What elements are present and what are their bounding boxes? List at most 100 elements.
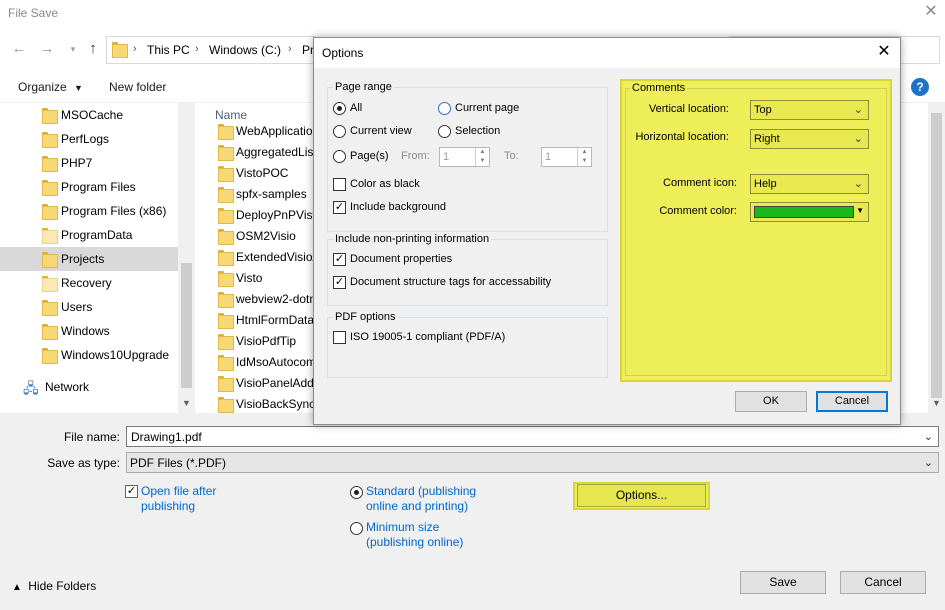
open-after-publishing-label[interactable]: Open file after xyxy=(141,484,216,498)
options-button[interactable]: Options... xyxy=(577,484,706,507)
structure-tags-checkbox[interactable]: ✓ xyxy=(333,276,346,289)
page-range-all-radio[interactable] xyxy=(333,102,346,115)
forward-button[interactable]: → xyxy=(38,40,56,58)
recent-locations-button[interactable]: ▾ xyxy=(64,40,82,58)
pages-label[interactable]: Page(s) xyxy=(350,150,389,162)
list-item[interactable]: DeployPnPVisto xyxy=(216,205,316,226)
from-spinner[interactable]: 1 ▲ ▼ xyxy=(439,147,490,167)
organize-button[interactable]: Organize ▼ xyxy=(18,80,83,94)
comment-icon-select[interactable]: Help ⌄ xyxy=(750,174,869,194)
sidebar-item-network[interactable]: 🖧 Network xyxy=(0,375,178,399)
standard-label-2[interactable]: online and printing) xyxy=(366,499,468,513)
color-as-black-checkbox[interactable] xyxy=(333,178,346,191)
iso-compliant-checkbox[interactable] xyxy=(333,331,346,344)
comment-color-picker[interactable]: ▼ xyxy=(750,202,869,222)
chevron-down-icon: ⌄ xyxy=(853,133,863,145)
standard-label[interactable]: Standard (publishing xyxy=(366,484,476,498)
close-icon[interactable]: ✕ xyxy=(874,42,894,62)
horizontal-location-select[interactable]: Right ⌄ xyxy=(750,129,869,149)
folder-icon xyxy=(218,166,234,182)
sidebar-item[interactable]: Windows xyxy=(0,319,178,343)
sidebar-item-selected[interactable]: Projects xyxy=(0,247,178,271)
file-name-field[interactable]: Drawing1.pdf ⌄ xyxy=(126,426,939,447)
color-as-black-label[interactable]: Color as black xyxy=(350,178,420,190)
current-view-radio[interactable] xyxy=(333,125,346,138)
chevron-right-icon: › xyxy=(195,43,199,55)
list-item[interactable]: AggregatedList xyxy=(216,142,316,163)
folder-icon xyxy=(218,208,234,224)
minimum-size-label[interactable]: Minimum size xyxy=(366,520,439,534)
minimum-size-radio[interactable] xyxy=(350,522,363,535)
chevron-down-icon[interactable]: ▼ xyxy=(182,398,191,408)
list-item[interactable]: VistoPOC xyxy=(216,163,316,184)
chevron-down-icon[interactable]: ▼ xyxy=(932,398,941,408)
sidebar-item[interactable]: PHP7 xyxy=(0,151,178,175)
list-item[interactable]: spfx-samples xyxy=(216,184,316,205)
spinner-arrows-icon[interactable]: ▲ ▼ xyxy=(475,148,489,166)
breadcrumb-item[interactable]: This PC xyxy=(147,43,190,57)
cancel-button[interactable]: Cancel xyxy=(840,571,926,594)
current-view-label[interactable]: Current view xyxy=(350,125,412,137)
structure-tags-label[interactable]: Document structure tags for accessabilit… xyxy=(350,276,551,288)
list-item[interactable]: ExtendedVisioA xyxy=(216,247,316,268)
sidebar-item-label: Windows xyxy=(61,324,110,338)
window-close-button[interactable]: ✕ xyxy=(921,2,941,22)
new-folder-button[interactable]: New folder xyxy=(109,80,166,94)
list-item[interactable]: VisioPdfTip xyxy=(216,331,316,352)
up-button[interactable]: ↑ xyxy=(84,40,102,58)
list-item[interactable]: VisioBackSync xyxy=(216,394,316,415)
sidebar-item[interactable]: Program Files (x86) xyxy=(0,199,178,223)
sidebar-item[interactable]: Recovery xyxy=(0,271,178,295)
list-item[interactable]: WebApplication xyxy=(216,121,316,142)
list-item[interactable]: webview2-dotn xyxy=(216,289,316,310)
current-page-radio[interactable] xyxy=(438,102,451,115)
address-bar[interactable]: › This PC › Windows (C:) › Pr xyxy=(106,36,316,64)
scrollbar-thumb[interactable] xyxy=(931,113,942,398)
breadcrumb-item[interactable]: Windows (C:) xyxy=(209,43,281,57)
folder-icon xyxy=(42,252,58,268)
help-icon[interactable]: ? xyxy=(911,78,929,96)
list-item[interactable]: Visto xyxy=(216,268,316,289)
vertical-location-select[interactable]: Top ⌄ xyxy=(750,100,869,120)
selection-radio[interactable] xyxy=(438,125,451,138)
list-item[interactable]: OSM2Visio xyxy=(216,226,316,247)
ok-button[interactable]: OK xyxy=(735,391,807,412)
standard-radio[interactable] xyxy=(350,486,363,499)
list-scrollbar[interactable]: ▼ xyxy=(928,103,945,413)
column-header-name[interactable]: Name xyxy=(215,108,247,122)
list-item-label: Visto xyxy=(236,271,263,285)
include-background-label[interactable]: Include background xyxy=(350,201,446,213)
save-button[interactable]: Save xyxy=(740,571,826,594)
selection-label[interactable]: Selection xyxy=(455,125,500,137)
include-background-checkbox[interactable]: ✓ xyxy=(333,201,346,214)
current-page-label[interactable]: Current page xyxy=(455,102,519,114)
to-spinner[interactable]: 1 ▲ ▼ xyxy=(541,147,592,167)
open-after-publishing-checkbox[interactable]: ✓ xyxy=(125,485,138,498)
page-range-all-label[interactable]: All xyxy=(350,102,362,114)
list-item[interactable]: HtmlFormData xyxy=(216,310,316,331)
hide-folders-button[interactable]: ▲ Hide Folders xyxy=(12,579,96,593)
list-item[interactable]: IdMsoAutocom xyxy=(216,352,316,373)
chevron-down-icon[interactable]: ⌄ xyxy=(924,430,933,443)
sidebar-item[interactable]: ProgramData xyxy=(0,223,178,247)
options-cancel-button[interactable]: Cancel xyxy=(816,391,888,412)
iso-compliant-label[interactable]: ISO 19005-1 compliant (PDF/A) xyxy=(350,331,505,343)
document-properties-checkbox[interactable]: ✓ xyxy=(333,253,346,266)
list-item[interactable]: VisioPanelAddi xyxy=(216,373,316,394)
back-button[interactable]: ← xyxy=(10,40,28,58)
minimum-size-label-2[interactable]: (publishing online) xyxy=(366,535,463,549)
sidebar-item[interactable]: PerfLogs xyxy=(0,127,178,151)
sidebar-item[interactable]: Program Files xyxy=(0,175,178,199)
scrollbar-thumb[interactable] xyxy=(181,263,192,388)
list-item-label: VisioBackSync xyxy=(236,397,316,411)
pages-radio[interactable] xyxy=(333,150,346,163)
nav-scrollbar[interactable]: ▼ xyxy=(178,103,195,413)
folder-icon xyxy=(42,276,58,292)
sidebar-item[interactable]: MSOCache xyxy=(0,103,178,127)
document-properties-label[interactable]: Document properties xyxy=(350,253,452,265)
spinner-arrows-icon[interactable]: ▲ ▼ xyxy=(577,148,591,166)
save-as-type-select[interactable]: PDF Files (*.PDF) ⌄ xyxy=(126,452,939,473)
sidebar-item[interactable]: Users xyxy=(0,295,178,319)
sidebar-item[interactable]: Windows10Upgrade xyxy=(0,343,178,367)
open-after-publishing-label-2[interactable]: publishing xyxy=(141,499,195,513)
